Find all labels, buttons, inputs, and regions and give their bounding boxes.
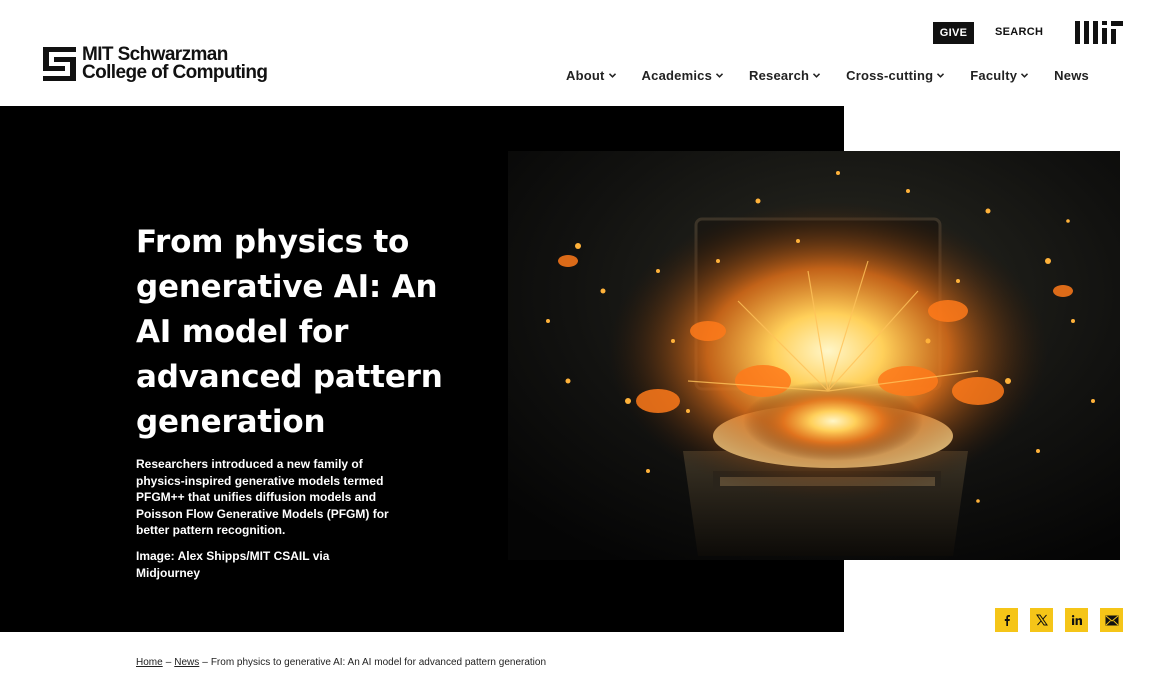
nav-item-faculty[interactable]: Faculty [970,68,1029,83]
nav-item-news[interactable]: News [1054,68,1089,83]
logo-line-2: College of Computing [82,62,268,83]
breadcrumb-separator: – [202,657,208,668]
nav-item-label: About [566,68,605,83]
nav-item-label: News [1054,68,1089,83]
linkedin-icon[interactable] [1065,608,1088,632]
nav-item-label: Research [749,68,810,83]
main-nav: About Academics Research Cross-cutting F… [566,68,1089,83]
breadcrumb-current: From physics to generative AI: An AI mod… [210,657,547,668]
nav-item-about[interactable]: About [566,68,616,83]
college-logo[interactable]: MIT Schwarzman College of Computing [43,45,268,83]
nav-item-label: Academics [641,68,712,83]
email-icon[interactable] [1100,608,1123,632]
nav-item-label: Faculty [970,68,1018,83]
college-logo-text: MIT Schwarzman College of Computing [82,45,268,83]
breadcrumb-separator: – [165,657,172,668]
image-credit: Image: Alex Shipps/MIT CSAIL via Midjour… [136,549,330,580]
nav-item-academics[interactable]: Academics [642,68,723,83]
breadcrumb: Home – News – From physics to generative… [136,657,546,668]
chevron-down-icon [716,73,723,78]
chevron-down-icon [937,73,945,78]
facebook-icon[interactable] [995,608,1018,632]
chevron-down-icon [813,73,821,78]
mit-wordmark-icon[interactable] [1075,21,1123,49]
chevron-down-icon [1021,73,1029,78]
share-bar [995,608,1123,632]
college-logo-icon [43,47,76,81]
breadcrumb-home-link[interactable]: Home [136,657,163,668]
breadcrumb-news-link[interactable]: News [174,657,199,668]
nav-item-cross-cutting[interactable]: Cross-cutting [846,68,945,83]
chevron-down-icon [608,73,616,78]
x-icon[interactable] [1030,608,1053,632]
nav-item-label: Cross-cutting [846,68,934,83]
search-link[interactable]: SEARCH [995,26,1043,38]
nav-item-research[interactable]: Research [749,68,821,83]
give-button[interactable]: GIVE [933,22,974,44]
article-summary: Researchers introduced a new family of p… [136,457,389,537]
article-title: From physics to generative AI: An AI mod… [136,224,443,440]
exploding-laptop-image [508,151,1120,560]
